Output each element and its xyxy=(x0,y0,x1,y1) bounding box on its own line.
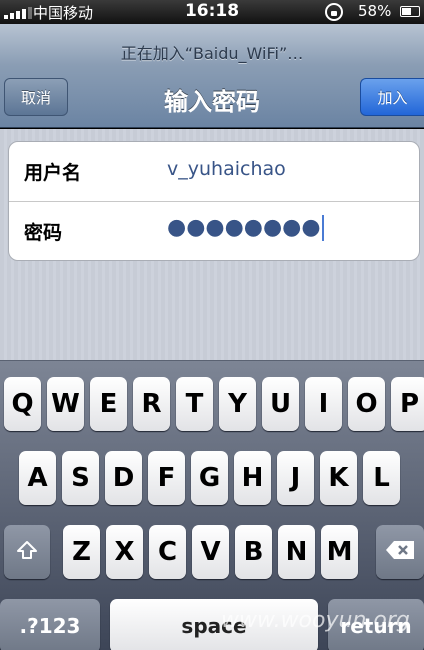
key-n[interactable]: N xyxy=(278,525,315,579)
key-y[interactable]: Y xyxy=(219,377,256,431)
password-dots: ●●●●●●●● xyxy=(167,215,321,240)
key-f[interactable]: F xyxy=(148,451,185,505)
key-x[interactable]: X xyxy=(106,525,143,579)
join-button[interactable]: 加入 xyxy=(360,78,424,116)
joining-network-prompt: 正在加入“Baidu_WiFi”… xyxy=(120,44,304,63)
password-field[interactable]: ●●●●●●●● xyxy=(167,215,324,241)
username-field[interactable]: v_yuhaichao xyxy=(167,158,286,180)
key-r[interactable]: R xyxy=(133,377,170,431)
key-o[interactable]: O xyxy=(348,377,385,431)
key-t[interactable]: T xyxy=(176,377,213,431)
shift-icon xyxy=(16,539,38,566)
text-cursor xyxy=(321,215,324,241)
battery-icon xyxy=(400,6,420,17)
key-m[interactable]: M xyxy=(321,525,358,579)
key-j[interactable]: J xyxy=(277,451,314,505)
backspace-icon xyxy=(385,540,415,565)
key-c[interactable]: C xyxy=(149,525,186,579)
key-e[interactable]: E xyxy=(90,377,127,431)
status-bar: 中国移动 16:18 58% xyxy=(0,0,424,24)
nav-bar: 正在加入“Baidu_WiFi”… 取消 输入密码 加入 xyxy=(0,24,424,128)
keyboard: .?123 space return QWERTYUIOPASDFGHJKLZX… xyxy=(0,360,424,650)
credentials-form: 用户名 v_yuhaichao 密码 ●●●●●●●● xyxy=(8,141,420,261)
backspace-key[interactable] xyxy=(376,525,424,579)
key-u[interactable]: U xyxy=(262,377,299,431)
key-l[interactable]: L xyxy=(363,451,400,505)
key-b[interactable]: B xyxy=(235,525,272,579)
key-p[interactable]: P xyxy=(391,377,424,431)
key-i[interactable]: I xyxy=(305,377,342,431)
watermark: www.wooyun.org xyxy=(221,608,410,633)
numbers-key[interactable]: .?123 xyxy=(0,599,100,650)
username-label: 用户名 xyxy=(24,162,82,184)
key-d[interactable]: D xyxy=(105,451,142,505)
key-v[interactable]: V xyxy=(192,525,229,579)
key-z[interactable]: Z xyxy=(63,525,100,579)
key-q[interactable]: Q xyxy=(4,377,41,431)
key-k[interactable]: K xyxy=(320,451,357,505)
username-row[interactable]: 用户名 v_yuhaichao xyxy=(9,142,419,201)
password-row[interactable]: 密码 ●●●●●●●● xyxy=(9,201,419,260)
key-h[interactable]: H xyxy=(234,451,271,505)
battery-percentage: 58% xyxy=(358,2,392,20)
rotation-lock-icon xyxy=(325,3,343,21)
key-a[interactable]: A xyxy=(19,451,56,505)
content-area: 用户名 v_yuhaichao 密码 ●●●●●●●● xyxy=(0,129,424,360)
key-s[interactable]: S xyxy=(62,451,99,505)
password-label: 密码 xyxy=(24,222,63,244)
key-g[interactable]: G xyxy=(191,451,228,505)
key-w[interactable]: W xyxy=(47,377,84,431)
shift-key[interactable] xyxy=(4,525,50,579)
